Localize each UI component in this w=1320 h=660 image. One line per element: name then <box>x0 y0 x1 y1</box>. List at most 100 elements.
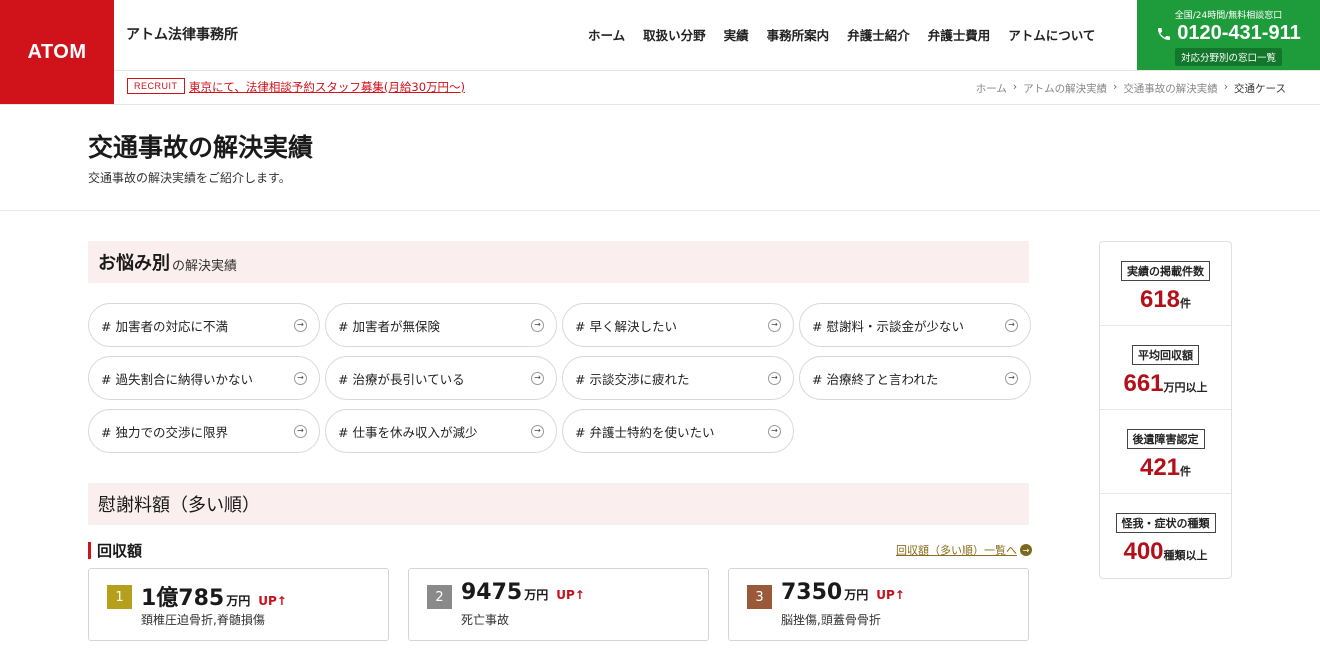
divider <box>114 70 1320 71</box>
worry-tag[interactable]: # 独力での交渉に限界 → <box>88 409 320 453</box>
arrow-right-icon: → <box>294 318 307 332</box>
rank-badge: 2 <box>427 585 452 609</box>
stat-value: 421件 <box>1139 454 1192 481</box>
worries-section-heading: お悩み別 の解決実績 <box>88 241 1029 283</box>
stat-label: 怪我・症状の種類 <box>1115 513 1216 533</box>
rank-badge: 1 <box>107 585 132 609</box>
breadcrumb-home[interactable]: ホーム <box>976 81 1007 96</box>
breadcrumb-results[interactable]: アトムの解決実績 <box>1023 81 1107 96</box>
rank-badge: 3 <box>747 585 772 609</box>
stat-label: 後遺障害認定 <box>1126 429 1205 449</box>
worry-tag-label: # 過失割合に納得いかない <box>101 371 253 387</box>
up-arrow-icon: ↑ <box>894 588 905 602</box>
card-injury: 死亡事故 <box>461 613 510 627</box>
nav-office[interactable]: 事務所案内 <box>767 25 830 44</box>
stat-item: 平均回収額 661万円以上 <box>1100 326 1231 410</box>
amount-value: 1億785 <box>141 586 225 611</box>
worry-tag-label: # 示談交渉に疲れた <box>575 371 690 387</box>
ranking-card[interactable]: 2 9475 万円 UP↑ 死亡事故 <box>408 568 709 641</box>
up-arrow-icon: ↑ <box>276 594 287 608</box>
chevron-right-icon: › <box>1012 81 1018 93</box>
nav-fees[interactable]: 弁護士費用 <box>928 25 991 44</box>
ranking-cards: 1 1億785 万円 UP↑ 頚椎圧迫骨折,脊髄損傷 2 9475 万円 UP↑… <box>88 568 1029 641</box>
worry-tag-label: # 加害者の対応に不満 <box>101 318 228 334</box>
up-label: UP↑ <box>258 594 287 608</box>
page-title: 交通事故の解決実績 <box>88 133 314 162</box>
up-arrow-icon: ↑ <box>574 588 585 602</box>
worry-tag[interactable]: # 早く解決したい → <box>562 303 794 347</box>
worry-tag-label: # 弁護士特約を使いたい <box>575 424 715 440</box>
nav-results[interactable]: 実績 <box>724 25 749 44</box>
ranking-card[interactable]: 3 7350 万円 UP↑ 脳挫傷,頭蓋骨骨折 <box>728 568 1029 641</box>
amount-unit: 万円 <box>524 588 549 602</box>
worry-tag[interactable]: # 弁護士特約を使いたい → <box>562 409 794 453</box>
worry-tag[interactable]: # 仕事を休み収入が減少 → <box>325 409 557 453</box>
worry-tag-label: # 加害者が無保険 <box>338 318 440 334</box>
card-injury: 頚椎圧迫骨折,脊髄損傷 <box>141 613 265 627</box>
worry-tag[interactable]: # 過失割合に納得いかない → <box>88 356 320 400</box>
nav-practice-areas[interactable]: 取扱い分野 <box>643 25 706 44</box>
collected-amount-label: 回収額 <box>97 542 143 560</box>
cta-subtitle: 全国/24時間/無料相談窓口 <box>1174 11 1283 21</box>
card-injury: 脳挫傷,頭蓋骨骨折 <box>781 613 881 627</box>
worry-tags: # 加害者の対応に不満 → # 加害者が無保険 → # 早く解決したい → # 慰謝料… <box>88 303 1031 453</box>
logo-text: ATOM <box>27 40 87 63</box>
worry-tag-label: # 治療終了と言われた <box>812 371 939 387</box>
stat-item: 実績の掲載件数 618件 <box>1100 242 1231 326</box>
worry-tag-label: # 慰謝料・示談金が少ない <box>812 318 964 334</box>
stat-label: 平均回収額 <box>1132 345 1199 365</box>
worry-tag-label: # 仕事を休み収入が減少 <box>338 424 478 440</box>
worry-tag-label: # 治療が長引いている <box>338 371 465 387</box>
divider <box>0 104 1320 105</box>
phone-cta[interactable]: 全国/24時間/無料相談窓口 0120-431-911 対応分野別の窓口一覧 <box>1137 0 1320 70</box>
nav-about[interactable]: アトムについて <box>1008 25 1095 44</box>
arrow-right-icon: → <box>294 424 307 438</box>
card-amount: 7350 万円 UP↑ <box>781 580 905 605</box>
page-description: 交通事故の解決実績をご紹介します。 <box>88 171 291 185</box>
logo[interactable]: ATOM <box>0 0 114 104</box>
amount-value: 9475 <box>461 580 523 605</box>
main-nav: ホーム 取扱い分野 実績 事務所案内 弁護士紹介 弁護士費用 アトムについて <box>588 25 1113 44</box>
cta-phone[interactable]: 0120-431-911 <box>1137 22 1320 45</box>
worries-heading-main: お悩み別 <box>98 253 170 274</box>
amount-unit: 万円 <box>226 594 251 608</box>
arrow-right-icon: → <box>531 371 544 385</box>
chevron-right-icon: › <box>1223 81 1229 93</box>
arrow-right-icon: → <box>294 371 307 385</box>
recruit-link[interactable]: 東京にて、法律相談予約スタッフ募集(月給30万円〜) <box>189 79 465 95</box>
amount-unit: 万円 <box>844 588 869 602</box>
worry-tag[interactable]: # 慰謝料・示談金が少ない → <box>799 303 1031 347</box>
amount-value: 7350 <box>781 580 843 605</box>
worry-tag[interactable]: # 加害者が無保険 → <box>325 303 557 347</box>
up-label: UP↑ <box>876 588 905 602</box>
worry-tag[interactable]: # 治療終了と言われた → <box>799 356 1031 400</box>
breadcrumb-traffic-results[interactable]: 交通事故の解決実績 <box>1123 81 1218 96</box>
arrow-right-icon: → <box>1005 318 1018 332</box>
nav-lawyers[interactable]: 弁護士紹介 <box>847 25 910 44</box>
arrow-right-icon: → <box>531 318 544 332</box>
worries-heading-sub: の解決実績 <box>172 258 238 274</box>
arrow-right-circle-icon: → <box>1020 544 1032 556</box>
recruit-badge: RECRUIT <box>127 78 185 94</box>
ranking-heading: 慰謝料額（多い順） <box>98 495 260 516</box>
worry-tag[interactable]: # 示談交渉に疲れた → <box>562 356 794 400</box>
worry-tag[interactable]: # 治療が長引いている → <box>325 356 557 400</box>
up-label: UP↑ <box>556 588 585 602</box>
phone-icon <box>1158 27 1171 40</box>
nav-home[interactable]: ホーム <box>588 25 625 44</box>
stats-panel: 実績の掲載件数 618件 平均回収額 661万円以上 後遺障害認定 421件 怪… <box>1099 241 1232 579</box>
ranking-section-heading: 慰謝料額（多い順） <box>88 483 1029 525</box>
stat-item: 後遺障害認定 421件 <box>1100 410 1231 494</box>
ranking-more-link-label: 回収額（多い順）一覧へ <box>896 544 1017 557</box>
worry-tag[interactable]: # 加害者の対応に不満 → <box>88 303 320 347</box>
card-amount: 1億785 万円 UP↑ <box>141 580 287 612</box>
breadcrumb-current: 交通ケース <box>1234 83 1286 95</box>
ranking-more-link[interactable]: 回収額（多い順）一覧へ → <box>896 542 1032 558</box>
arrow-right-icon: → <box>768 424 781 438</box>
stat-value: 661万円以上 <box>1123 370 1208 397</box>
chevron-right-icon: › <box>1113 81 1118 93</box>
ranking-card[interactable]: 1 1億785 万円 UP↑ 頚椎圧迫骨折,脊髄損傷 <box>88 568 389 641</box>
cta-window-list-button[interactable]: 対応分野別の窓口一覧 <box>1174 48 1282 66</box>
stat-value: 618件 <box>1139 286 1192 313</box>
heading-accent-bar <box>88 542 91 559</box>
